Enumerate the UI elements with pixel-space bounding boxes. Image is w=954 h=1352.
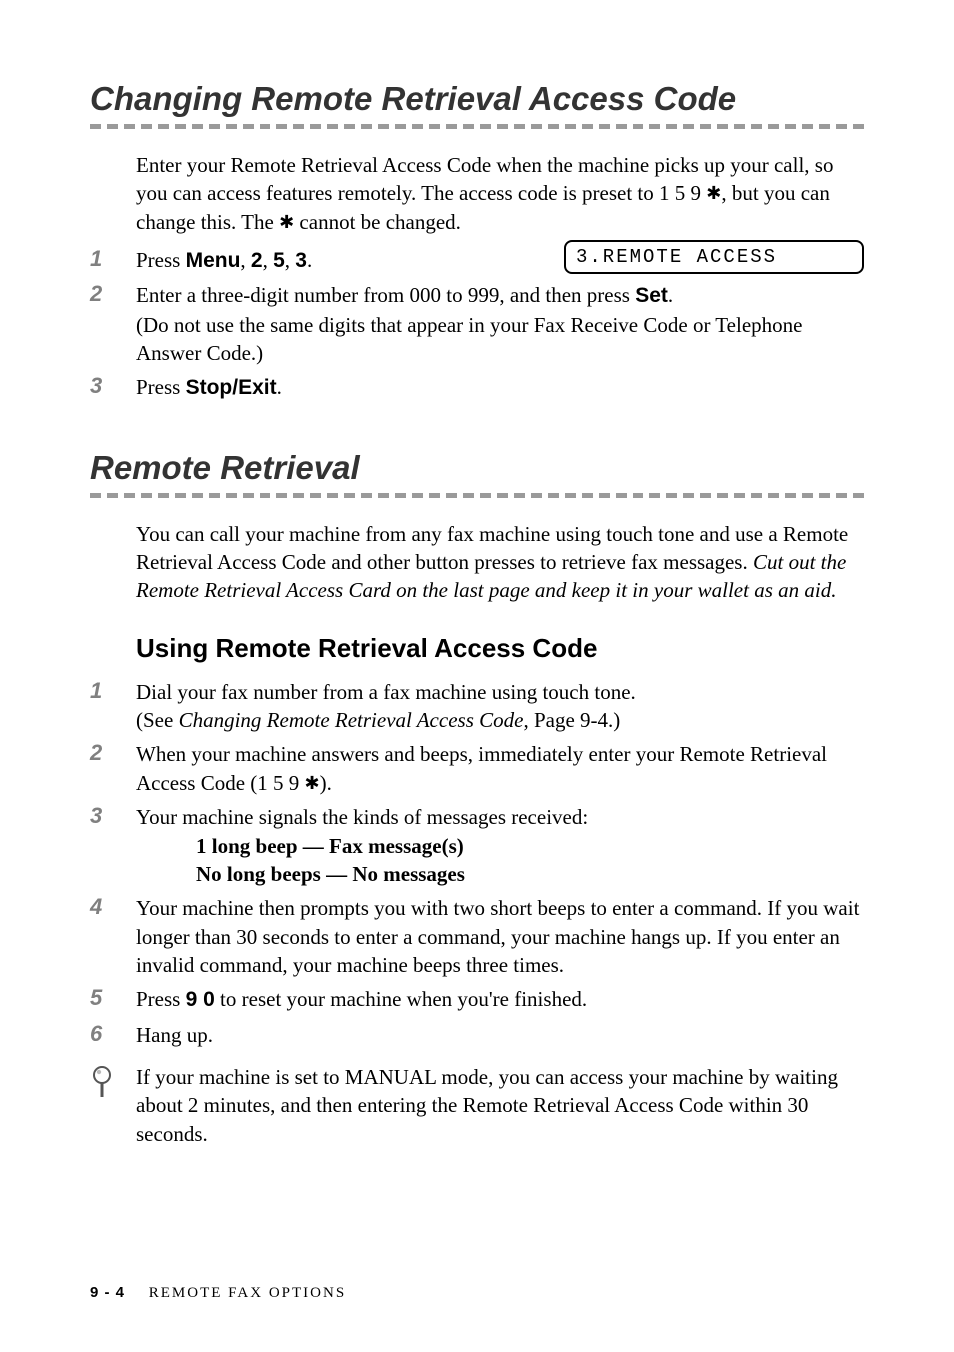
step-body: Press 9 0 to reset your machine when you… xyxy=(136,985,864,1014)
step-number: 1 xyxy=(90,678,136,735)
step-2: 2 When your machine answers and beeps, i… xyxy=(90,740,864,797)
step-body: Press Stop/Exit. xyxy=(136,373,864,402)
lcd-display: 3.REMOTE ACCESS xyxy=(564,240,864,274)
heading-remote-retrieval: Remote Retrieval xyxy=(90,449,864,487)
magnifier-icon xyxy=(90,1063,136,1148)
star-icon: ✱ xyxy=(305,771,320,795)
step-body: Dial your fax number from a fax machine … xyxy=(136,678,864,735)
step-number: 2 xyxy=(90,740,136,797)
step-number: 3 xyxy=(90,803,136,888)
step-number: 6 xyxy=(90,1021,136,1049)
beep-long: 1 long beep — Fax message(s) xyxy=(196,832,864,860)
page-number: 9 - 4 xyxy=(90,1284,125,1301)
step-3: 3 Your machine signals the kinds of mess… xyxy=(90,803,864,888)
star-icon: ✱ xyxy=(279,210,294,234)
step-2: 2 Enter a three-digit number from 000 to… xyxy=(90,281,864,367)
heading-changing-code: Changing Remote Retrieval Access Code xyxy=(90,80,864,118)
step-3: 3 Press Stop/Exit. xyxy=(90,373,864,402)
step-number: 4 xyxy=(90,894,136,979)
divider-dashes xyxy=(90,493,864,498)
intro-paragraph-2: You can call your machine from any fax m… xyxy=(136,520,864,605)
step-list-2: 1 Dial your fax number from a fax machin… xyxy=(90,678,864,1049)
subheading-using-code: Using Remote Retrieval Access Code xyxy=(136,633,864,664)
step-number: 2 xyxy=(90,281,136,367)
step-body: Press Menu, 2, 5, 3. xyxy=(136,246,526,275)
page: Changing Remote Retrieval Access Code En… xyxy=(0,0,954,1352)
star-icon: ✱ xyxy=(706,181,721,205)
beep-none: No long beeps — No messages xyxy=(196,860,864,888)
step-body: Your machine then prompts you with two s… xyxy=(136,894,864,979)
step-body: Enter a three-digit number from 000 to 9… xyxy=(136,281,864,367)
step-number: 5 xyxy=(90,985,136,1014)
chapter-title: REMOTE FAX OPTIONS xyxy=(149,1285,346,1301)
step-number: 1 xyxy=(90,246,136,275)
step-4: 4 Your machine then prompts you with two… xyxy=(90,894,864,979)
step-number: 3 xyxy=(90,373,136,402)
step-1: 1 Dial your fax number from a fax machin… xyxy=(90,678,864,735)
note: If your machine is set to MANUAL mode, y… xyxy=(90,1063,864,1148)
note-text: If your machine is set to MANUAL mode, y… xyxy=(136,1063,864,1148)
step-body: Your machine signals the kinds of messag… xyxy=(136,803,864,888)
divider-dashes xyxy=(90,124,864,129)
intro-paragraph-1: Enter your Remote Retrieval Access Code … xyxy=(136,151,864,236)
step-6: 6 Hang up. xyxy=(90,1021,864,1049)
step-5: 5 Press 9 0 to reset your machine when y… xyxy=(90,985,864,1014)
step-body: When your machine answers and beeps, imm… xyxy=(136,740,864,797)
step-body: Hang up. xyxy=(136,1021,864,1049)
page-footer: 9 - 4 REMOTE FAX OPTIONS xyxy=(90,1284,346,1302)
